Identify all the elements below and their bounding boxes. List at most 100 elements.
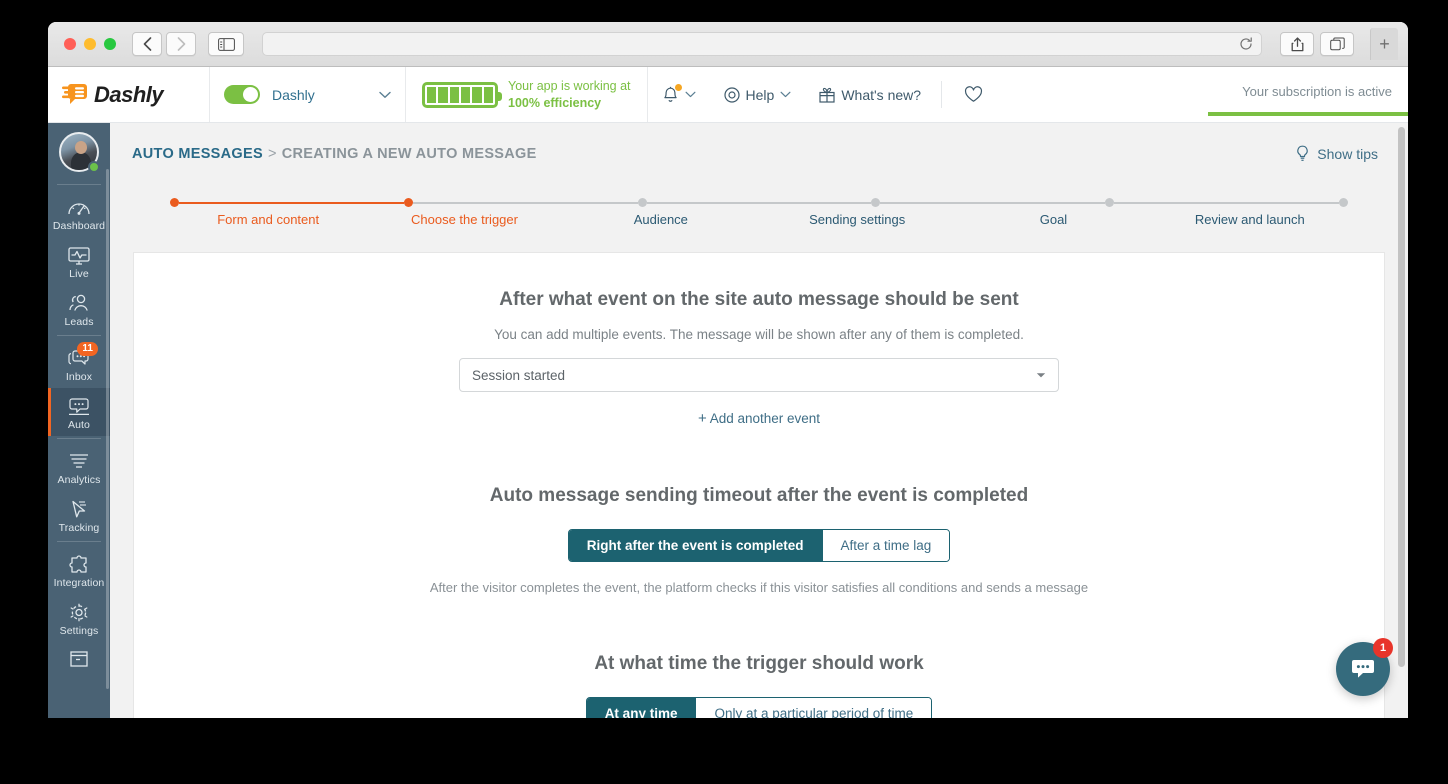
- step-label-sending-settings[interactable]: Sending settings: [759, 212, 955, 227]
- timeout-option-time-lag[interactable]: After a time lag: [821, 530, 950, 561]
- sidebar-item-auto[interactable]: Auto: [48, 388, 110, 436]
- close-window-button[interactable]: [64, 38, 76, 50]
- minimize-window-button[interactable]: [84, 38, 96, 50]
- sidebar-item-knowledge-base[interactable]: [48, 642, 110, 678]
- event-select[interactable]: Session started: [459, 358, 1059, 392]
- content-scrollbar[interactable]: [1398, 127, 1405, 667]
- help-label: Help: [745, 86, 775, 103]
- efficiency-line1: Your app is working at: [508, 78, 631, 93]
- add-another-event-button[interactable]: + Add another event: [134, 410, 1384, 427]
- back-button[interactable]: [132, 32, 162, 56]
- sidebar-item-label: Leads: [64, 316, 94, 328]
- sidebar-item-integration[interactable]: Integration: [48, 546, 110, 594]
- left-navigation: Dashboard Live Leads 11 Inbox Auto Analy…: [48, 123, 110, 718]
- sidebar-item-label: Inbox: [65, 371, 93, 383]
- dashly-logo-icon: [62, 83, 88, 107]
- auto-message-icon: [66, 395, 92, 417]
- subscription-label: Your subscription is active: [1242, 84, 1392, 99]
- sidebar-item-leads[interactable]: Leads: [48, 285, 110, 333]
- step-node-4[interactable]: [871, 198, 881, 207]
- sidebar-item-dashboard[interactable]: Dashboard: [48, 189, 110, 237]
- step-label-choose-the-trigger[interactable]: Choose the trigger: [366, 212, 562, 227]
- new-tab-button[interactable]: +: [1370, 28, 1398, 60]
- browser-nav-buttons: [132, 32, 196, 56]
- avatar[interactable]: [59, 132, 100, 173]
- tabs-icon[interactable]: [1320, 32, 1354, 56]
- step-node-3[interactable]: [637, 198, 647, 207]
- sidebar-scrollbar[interactable]: [106, 169, 109, 689]
- step-label-review-and-launch[interactable]: Review and launch: [1152, 212, 1348, 227]
- project-toggle[interactable]: [224, 85, 260, 104]
- presence-indicator: [88, 161, 100, 173]
- efficiency-text: Your app is working at 100% efficiency: [508, 78, 631, 112]
- chat-widget-button[interactable]: 1: [1336, 638, 1393, 696]
- help-button[interactable]: Help: [710, 67, 806, 122]
- chevron-down-icon[interactable]: [685, 91, 696, 98]
- analytics-icon: [66, 450, 92, 472]
- time-section-title: At what time the trigger should work: [594, 653, 924, 674]
- people-icon: [66, 292, 92, 314]
- step-node-2[interactable]: [403, 198, 413, 207]
- heart-icon: [964, 86, 983, 103]
- timeout-option-immediate[interactable]: Right after the event is completed: [568, 530, 822, 561]
- knowledge-base-icon: [66, 649, 92, 671]
- show-tips-button[interactable]: Show tips: [1295, 145, 1378, 162]
- time-option-particular-period[interactable]: Only at a particular period of time: [695, 698, 932, 718]
- stepper-track: [170, 198, 1348, 207]
- gift-icon: [819, 87, 835, 103]
- sidebar-item-label: Dashboard: [52, 220, 106, 232]
- sidebar-item-label: Auto: [68, 419, 90, 431]
- step-node-6[interactable]: [1338, 198, 1348, 207]
- maximize-window-button[interactable]: [104, 38, 116, 50]
- step-node-5[interactable]: [1105, 198, 1115, 207]
- lightbulb-icon: [1295, 145, 1310, 162]
- breadcrumb: AUTO MESSAGES > CREATING A NEW AUTO MESS…: [110, 123, 1408, 162]
- chevron-down-icon[interactable]: [379, 91, 391, 99]
- efficiency-indicator: Your app is working at 100% efficiency: [406, 67, 648, 122]
- app-logo[interactable]: Dashly: [48, 67, 210, 122]
- chat-icon: [1350, 657, 1376, 681]
- subscription-bar: [1208, 112, 1408, 116]
- notifications-button[interactable]: [648, 67, 710, 122]
- project-selector[interactable]: Dashly: [210, 67, 406, 122]
- sidebar-item-label: Settings: [59, 625, 99, 637]
- browser-action-buttons: [1280, 32, 1354, 56]
- subscription-status: Your subscription is active: [1208, 67, 1408, 122]
- chat-unread-badge: 1: [1373, 638, 1393, 658]
- cursor-icon: [66, 498, 92, 520]
- sidebar-item-settings[interactable]: Settings: [48, 594, 110, 642]
- app-header: Dashly Dashly Your app is working at 100…: [48, 67, 1408, 123]
- forward-button[interactable]: [166, 32, 196, 56]
- step-segment-4: [880, 201, 1106, 204]
- chevron-down-icon[interactable]: [780, 91, 791, 98]
- step-label-audience[interactable]: Audience: [563, 212, 759, 227]
- stepper-labels: Form and content Choose the trigger Audi…: [170, 212, 1348, 227]
- breadcrumb-root[interactable]: AUTO MESSAGES: [132, 146, 263, 162]
- time-toggle-group: At any time Only at a particular period …: [134, 697, 1384, 718]
- step-node-1[interactable]: [170, 198, 179, 207]
- sidebar-item-live[interactable]: Live: [48, 237, 110, 285]
- time-option-any[interactable]: At any time: [586, 698, 696, 718]
- nav-divider: [57, 438, 101, 439]
- bell-icon: [662, 83, 682, 104]
- sidebar-item-tracking[interactable]: Tracking: [48, 491, 110, 539]
- browser-toolbar: +: [48, 22, 1408, 67]
- efficiency-line2: 100% efficiency: [508, 95, 602, 110]
- step-label-goal[interactable]: Goal: [955, 212, 1151, 227]
- breadcrumb-separator: >: [267, 145, 277, 162]
- reload-icon[interactable]: [1239, 37, 1253, 51]
- sidebar-item-inbox[interactable]: 11 Inbox: [48, 340, 110, 388]
- event-section-title: After what event on the site auto messag…: [499, 289, 1019, 310]
- app-body: Dashboard Live Leads 11 Inbox Auto Analy…: [48, 123, 1408, 718]
- sidebar-item-analytics[interactable]: Analytics: [48, 443, 110, 491]
- address-bar[interactable]: [262, 32, 1262, 56]
- step-segment-5: [1114, 201, 1339, 204]
- share-icon[interactable]: [1280, 32, 1314, 56]
- step-label-form-and-content[interactable]: Form and content: [170, 212, 366, 227]
- step-segment-3: [646, 201, 872, 204]
- whats-new-button[interactable]: What's new?: [805, 67, 935, 122]
- sidebar-icon[interactable]: [208, 32, 244, 56]
- sidebar-item-label: Tracking: [58, 522, 100, 534]
- project-name: Dashly: [272, 86, 315, 103]
- favorites-button[interactable]: [948, 67, 999, 122]
